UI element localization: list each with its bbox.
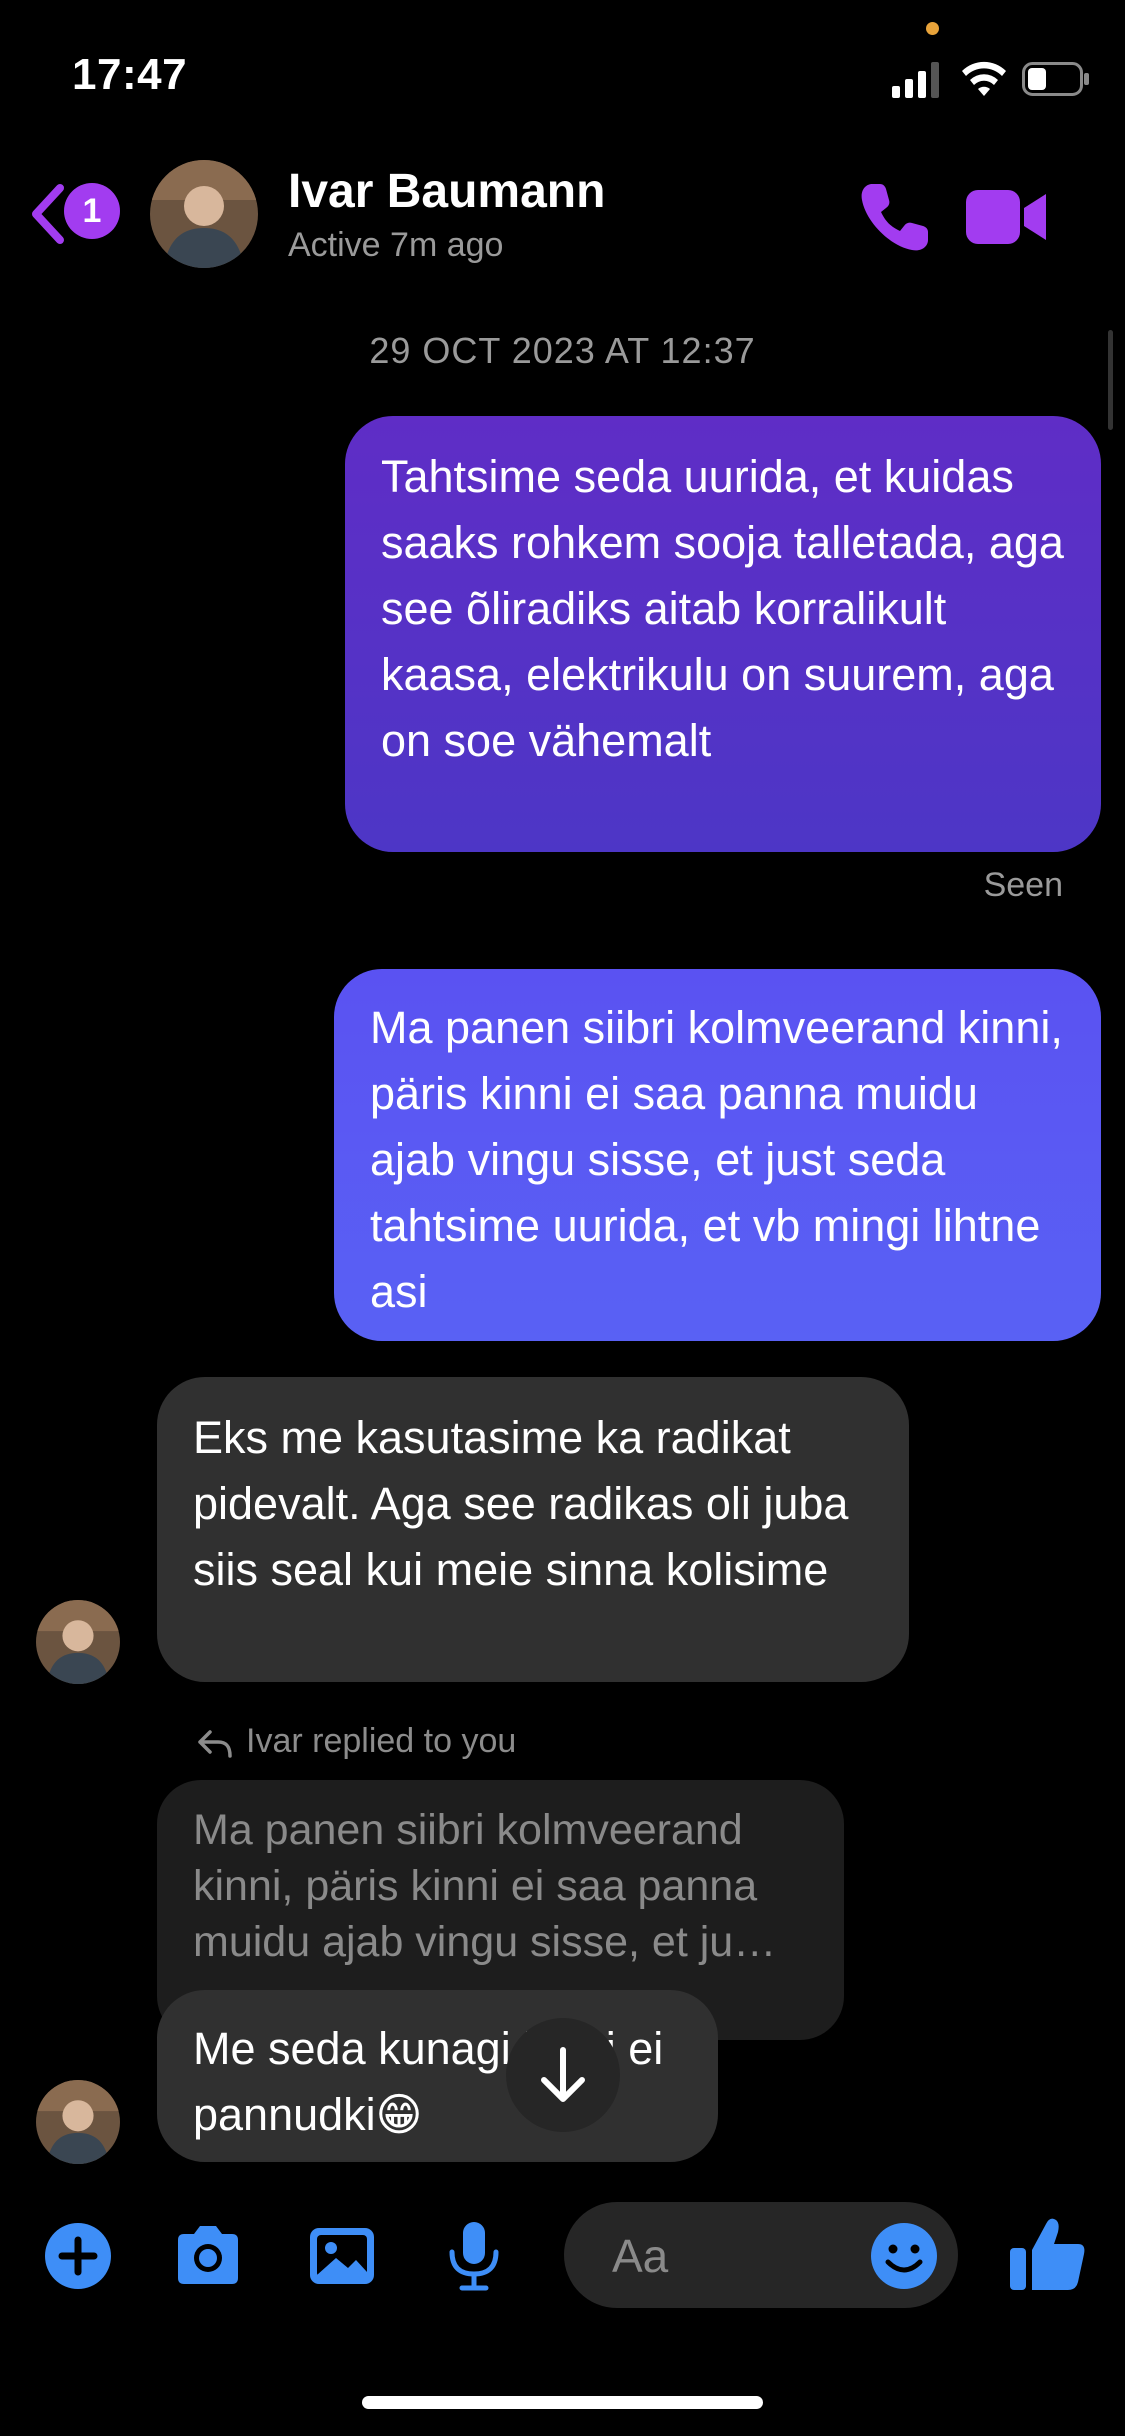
- contact-active-status: Active 7m ago: [288, 226, 504, 264]
- battery-icon: [1022, 62, 1089, 96]
- phone-call-icon[interactable]: [856, 180, 932, 256]
- incoming-message-bubble[interactable]: Eks me kasutasime ka radikat pidevalt. A…: [157, 1377, 909, 1682]
- status-time: 17:47: [72, 50, 188, 99]
- home-indicator[interactable]: [362, 2396, 763, 2409]
- privacy-indicator-dot: [926, 22, 939, 35]
- microphone-icon[interactable]: [438, 2220, 510, 2292]
- plus-icon[interactable]: [42, 2220, 114, 2292]
- contact-avatar[interactable]: [150, 160, 258, 268]
- contact-name[interactable]: Ivar Baumann: [288, 164, 605, 219]
- wifi-icon: [962, 61, 1006, 96]
- video-call-icon[interactable]: [966, 186, 1048, 248]
- unread-count-badge[interactable]: 1: [64, 183, 120, 239]
- arrow-down-icon: [541, 2047, 585, 2102]
- emoji-icon[interactable]: [868, 2220, 940, 2292]
- thumbs-up-icon[interactable]: [1008, 2214, 1088, 2294]
- outgoing-message-bubble[interactable]: Tahtsime seda uurida, et kuidas saaks ro…: [345, 416, 1101, 852]
- sender-avatar[interactable]: [36, 2080, 120, 2164]
- camera-icon[interactable]: [172, 2220, 244, 2292]
- scroll-to-bottom-button[interactable]: [506, 2018, 620, 2132]
- gallery-icon[interactable]: [306, 2220, 378, 2292]
- message-timestamp: 29 OCT 2023 AT 12:37: [369, 330, 756, 371]
- seen-receipt: Seen: [983, 866, 1063, 904]
- sender-avatar[interactable]: [36, 1600, 120, 1684]
- incoming-message-bubble[interactable]: Me seda kunagi kinni ei pannudki😁: [157, 1990, 718, 2162]
- reply-arrow-icon: [198, 1730, 232, 1758]
- outgoing-message-bubble[interactable]: Ma panen siibri kolmveerand kinni, päris…: [334, 969, 1101, 1341]
- message-input-placeholder: Aa: [612, 2230, 669, 2282]
- reply-context-label: Ivar replied to you: [246, 1722, 517, 1760]
- cellular-signal-icon: [892, 62, 939, 98]
